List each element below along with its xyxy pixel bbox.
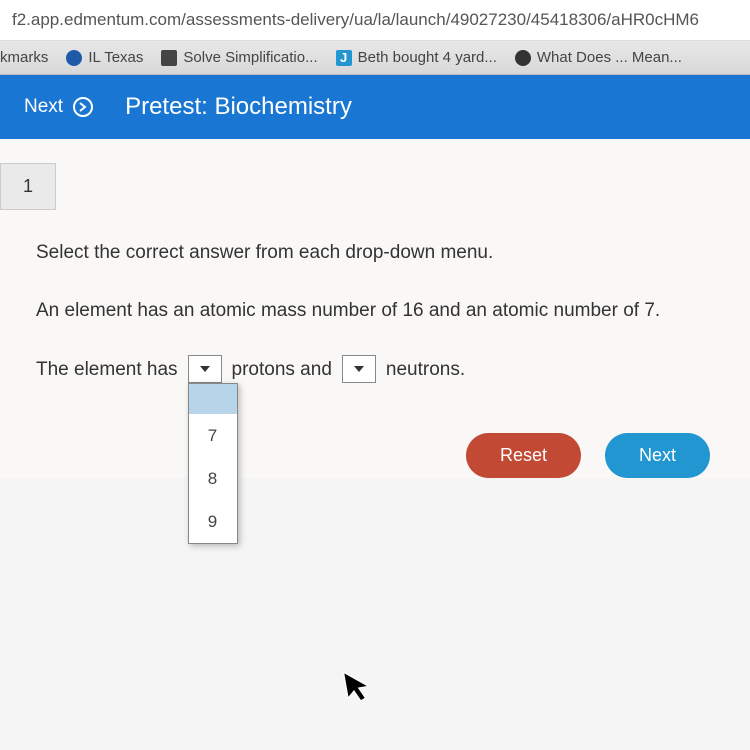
line-text-2: protons and [232, 355, 332, 385]
bookmark-what-does-mean[interactable]: What Does ... Mean... [515, 49, 682, 66]
bookmark-label: IL Texas [88, 49, 143, 66]
chevron-down-icon [354, 366, 364, 372]
favicon-j-icon: J [336, 50, 352, 66]
browser-bookmarks-bar: kmarks IL Texas Solve Simplificatio... J… [0, 41, 750, 75]
dropdown-option-blank[interactable] [189, 384, 237, 414]
next-button[interactable]: Next [605, 433, 710, 478]
bookmark-label: kmarks [0, 49, 48, 66]
favicon-icon [515, 50, 531, 66]
dropdown-option[interactable]: 8 [189, 457, 237, 500]
question-body: Select the correct answer from each drop… [0, 210, 750, 413]
bookmark-solve-simplification[interactable]: Solve Simplificatio... [161, 49, 317, 66]
bookmark-label: Solve Simplificatio... [183, 49, 317, 66]
dropdown-option[interactable]: 7 [189, 414, 237, 457]
header-next-link[interactable]: Next [24, 96, 93, 118]
cursor-icon [341, 666, 376, 715]
page-title: Pretest: Biochemistry [125, 93, 352, 121]
arrow-right-icon [73, 97, 93, 117]
bookmark-il-texas[interactable]: IL Texas [66, 49, 143, 66]
instruction-text: Select the correct answer from each drop… [36, 238, 714, 268]
button-row: Reset Next [0, 413, 750, 478]
url-bar[interactable]: f2.app.edmentum.com/assessments-delivery… [0, 0, 750, 41]
bookmark-beth-bought[interactable]: J Beth bought 4 yard... [336, 49, 497, 66]
dropdown-option[interactable]: 9 [189, 500, 237, 543]
dropdown-protons[interactable]: 7 8 9 [188, 355, 222, 383]
line-text-3: neutrons. [386, 355, 465, 385]
reset-button[interactable]: Reset [466, 433, 581, 478]
dropdown-trigger[interactable] [188, 355, 222, 383]
header-next-label: Next [24, 96, 63, 118]
problem-text: An element has an atomic mass number of … [36, 296, 714, 326]
bookmark-label: Beth bought 4 yard... [358, 49, 497, 66]
line-text-1: The element has [36, 355, 178, 385]
favicon-icon [66, 50, 82, 66]
chevron-down-icon [200, 366, 210, 372]
dropdown-neutrons[interactable] [342, 355, 376, 383]
dropdown-menu: 7 8 9 [188, 383, 238, 545]
bookmark-label: What Does ... Mean... [537, 49, 682, 66]
question-number-tab[interactable]: 1 [0, 163, 56, 210]
fill-in-line: The element has 7 8 9 protons and neutr [36, 355, 714, 385]
bookmark-kmarks[interactable]: kmarks [0, 49, 48, 66]
dropdown-trigger[interactable] [342, 355, 376, 383]
question-content: 1 Select the correct answer from each dr… [0, 139, 750, 478]
favicon-icon [161, 50, 177, 66]
app-header: Next Pretest: Biochemistry [0, 75, 750, 139]
